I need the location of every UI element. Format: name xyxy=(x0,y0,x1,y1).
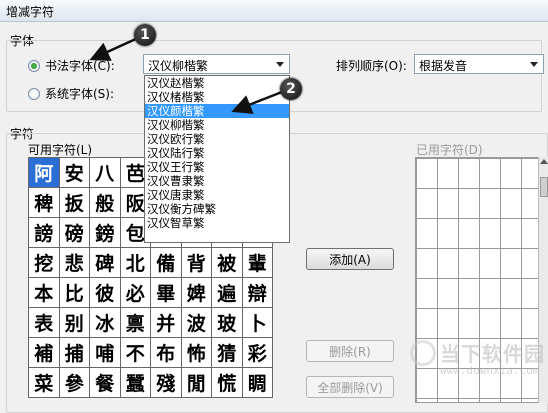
arrow-2 xyxy=(231,88,288,114)
arrow-1 xyxy=(89,36,139,61)
annotation-marker-1: 1 xyxy=(134,24,156,46)
annotation-marker-2: 2 xyxy=(280,78,302,100)
watermark: 当下软件园 www.downxia.com xyxy=(410,338,545,382)
watermark-text: 当下软件园 xyxy=(440,342,545,366)
watermark-logo-icon xyxy=(410,340,436,366)
watermark-url: www.downxia.com xyxy=(440,364,540,377)
